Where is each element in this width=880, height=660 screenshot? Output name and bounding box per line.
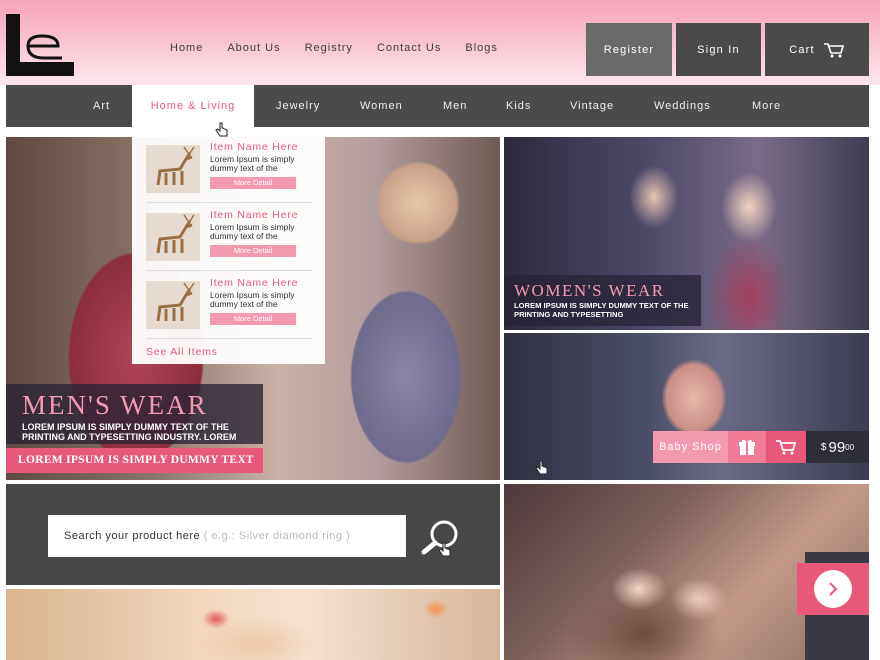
gift-icon — [739, 439, 755, 455]
deer-figurine-thumbnail — [146, 145, 200, 193]
cart-label: Cart — [789, 43, 815, 56]
dropdown-item-name[interactable]: Item Name Here — [210, 209, 298, 221]
category-home-living[interactable]: Home & Living — [132, 85, 254, 127]
category-nav: Art Home & Living Jewelry Women Men Kids… — [6, 85, 869, 127]
search-input[interactable]: Search your product here ( e.g.: Silver … — [48, 515, 406, 557]
divider — [146, 338, 312, 339]
womens-caption: WOMEN'S WEAR LOREM IPSUM IS SIMPLY DUMMY… — [504, 275, 701, 326]
category-men[interactable]: Men — [443, 85, 467, 127]
baby-shop-bar: Baby Shop $ 99 00 — [653, 431, 869, 463]
dropdown-item[interactable]: Item Name Here Lorem Ipsum is simply dum… — [146, 141, 312, 193]
hand-cursor-icon — [215, 122, 228, 137]
add-to-cart-button[interactable] — [766, 431, 806, 463]
dropdown-item-desc: Lorem Ipsum is simply dummy text of the — [210, 222, 295, 241]
dropdown-item[interactable]: Item Name Here Lorem Ipsum is simply dum… — [146, 209, 312, 261]
price-currency: $ — [820, 441, 827, 453]
dropdown-item-desc: Lorem Ipsum is simply dummy text of the — [210, 290, 295, 309]
more-detail-button[interactable]: More Detail — [210, 245, 296, 257]
price-tag: $ 99 00 — [806, 431, 869, 463]
mens-strip[interactable]: LOREM IPSUM IS SIMPLY DUMMY TEXT — [6, 448, 263, 473]
price-amount: 99 — [828, 438, 846, 456]
mens-subtitle: LOREM IPSUM IS SIMPLY DUMMY TEXT OF THE … — [22, 422, 237, 442]
see-all-items-link[interactable]: See All Items — [146, 346, 218, 358]
category-vintage[interactable]: Vintage — [570, 85, 614, 127]
category-more[interactable]: More — [752, 85, 781, 127]
womens-title: WOMEN'S WEAR — [514, 281, 665, 300]
dropdown-item-desc: Lorem Ipsum is simply dummy text of the — [210, 154, 295, 173]
hand-cursor-icon — [535, 460, 548, 475]
cart-icon — [823, 42, 844, 57]
cart-icon — [776, 440, 797, 455]
nav-blogs[interactable]: Blogs — [465, 42, 498, 54]
search-example: ( e.g.: Silver diamond ring ) — [203, 530, 351, 542]
top-nav: Home About Us Registry Contact Us Blogs — [170, 42, 522, 54]
more-detail-button[interactable]: More Detail — [210, 177, 296, 189]
hand-cursor-icon — [438, 542, 451, 557]
nav-about-us[interactable]: About Us — [227, 42, 280, 54]
mens-caption: MEN'S WEAR LOREM IPSUM IS SIMPLY DUMMY T… — [6, 384, 263, 444]
womens-subtitle: LOREM IPSUM IS SIMPLY DUMMY TEXT OF THE … — [514, 301, 689, 319]
nav-home[interactable]: Home — [170, 42, 203, 54]
register-label: Register — [603, 43, 655, 56]
sign-in-button[interactable]: Sign In — [676, 23, 761, 76]
nav-contact-us[interactable]: Contact Us — [377, 42, 441, 54]
divider — [146, 270, 312, 271]
cart-button[interactable]: Cart — [765, 23, 869, 76]
divider — [146, 202, 312, 203]
category-jewelry[interactable]: Jewelry — [276, 85, 320, 127]
mens-title: MEN'S WEAR — [22, 390, 208, 420]
gift-button[interactable] — [728, 431, 766, 463]
deer-figurine-thumbnail — [146, 213, 200, 261]
register-button[interactable]: Register — [586, 23, 672, 76]
jewelry-banner[interactable] — [6, 589, 500, 660]
search-placeholder: Search your product here — [64, 530, 201, 542]
dropdown-item[interactable]: Item Name Here Lorem Ipsum is simply dum… — [146, 277, 312, 329]
nav-registry[interactable]: Registry — [305, 42, 353, 54]
more-detail-button[interactable]: More Detail — [210, 313, 296, 325]
chevron-right-icon — [829, 582, 838, 596]
slider-panel-bottom — [805, 615, 869, 660]
next-button[interactable] — [797, 563, 869, 615]
category-art[interactable]: Art — [93, 85, 110, 127]
home-living-dropdown: Item Name Here Lorem Ipsum is simply dum… — [132, 127, 325, 364]
category-weddings[interactable]: Weddings — [654, 85, 711, 127]
brand-logo-icon[interactable] — [6, 14, 74, 76]
category-women[interactable]: Women — [360, 85, 403, 127]
slider-panel-top — [805, 552, 869, 563]
dropdown-item-name[interactable]: Item Name Here — [210, 141, 298, 153]
price-cents: 00 — [845, 442, 855, 452]
next-circle — [814, 570, 852, 608]
dropdown-item-name[interactable]: Item Name Here — [210, 277, 298, 289]
sign-in-label: Sign In — [697, 43, 740, 56]
baby-shop-label[interactable]: Baby Shop — [653, 431, 728, 463]
deer-figurine-thumbnail — [146, 281, 200, 329]
category-kids[interactable]: Kids — [506, 85, 531, 127]
